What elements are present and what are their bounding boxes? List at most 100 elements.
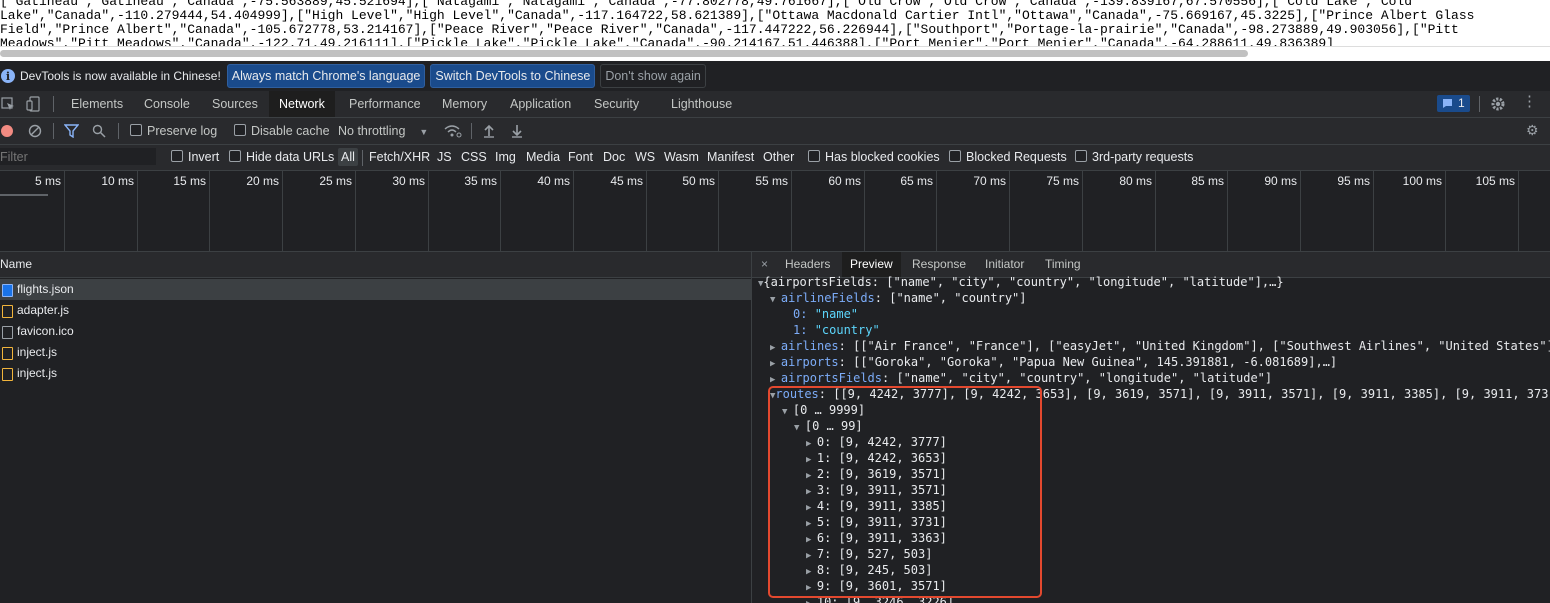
- node-key: airlines: [780, 339, 839, 353]
- timeline-tick-label: 20 ms: [246, 174, 279, 188]
- timeline-gridline: [791, 171, 792, 251]
- request-row[interactable]: flights.json: [0, 279, 751, 300]
- tab-performance[interactable]: Performance: [349, 91, 421, 117]
- timeline-gridline: [936, 171, 937, 251]
- invert-checkbox[interactable]: Invert: [171, 145, 219, 170]
- issues-button[interactable]: 1: [1437, 95, 1470, 112]
- annotation-highlight-box: [768, 386, 1042, 598]
- raw-line: Meadows","Pitt Meadows","Canada",-122.71…: [0, 36, 1335, 46]
- request-row[interactable]: favicon.ico: [0, 321, 751, 342]
- timeline-gridline: [1155, 171, 1156, 251]
- tab-console[interactable]: Console: [144, 91, 190, 117]
- clear-icon[interactable]: [28, 124, 42, 138]
- timeline-tick-label: 35 ms: [464, 174, 497, 188]
- more-options-icon[interactable]: ⋮: [1522, 94, 1537, 110]
- timeline-tick-label: 5 ms: [34, 174, 61, 188]
- export-har-icon[interactable]: [510, 124, 524, 138]
- timeline-tick-label: 60 ms: [828, 174, 861, 188]
- root-summary: {airportsFields: ["name", "city", "count…: [763, 275, 1284, 289]
- type-filter-js[interactable]: JS: [437, 145, 452, 170]
- checkbox-box: [808, 150, 820, 162]
- request-name: adapter.js: [17, 303, 70, 317]
- info-icon: i: [1, 69, 15, 83]
- js-file-icon: [2, 368, 13, 381]
- filter-bar: Invert Hide data URLs All Fetch/XHR JS C…: [0, 145, 1550, 171]
- network-toolbar: Preserve log Disable cache No throttling…: [0, 118, 1550, 145]
- timeline-gridline: [1518, 171, 1519, 251]
- hide-data-urls-label: Hide data URLs: [246, 150, 335, 164]
- type-filter-media[interactable]: Media: [526, 145, 560, 170]
- third-party-checkbox[interactable]: 3rd-party requests: [1075, 145, 1193, 170]
- network-timeline-overview[interactable]: 5 ms 10 ms 15 ms 20 ms 25 ms 30 ms 35 ms 40 ms 4…: [0, 171, 1550, 252]
- timeline-gridline: [428, 171, 429, 251]
- blocked-cookies-checkbox[interactable]: Has blocked cookies: [808, 145, 940, 170]
- tab-application[interactable]: Application: [510, 91, 571, 117]
- tab-elements[interactable]: Elements: [71, 91, 123, 117]
- device-toolbar-icon[interactable]: [26, 96, 42, 112]
- raw-page-text: ["Gatineau","Gatineau","Canada",-75.5638…: [0, 0, 1550, 46]
- type-filter-ws[interactable]: WS: [635, 145, 655, 170]
- tab-lighthouse[interactable]: Lighthouse: [671, 91, 732, 117]
- checkbox-box: [234, 124, 246, 136]
- type-filter-manifest[interactable]: Manifest: [707, 145, 754, 170]
- checkbox-box: [1075, 150, 1087, 162]
- timeline-gridline: [1227, 171, 1228, 251]
- file-icon: [2, 326, 13, 339]
- tab-network[interactable]: Network: [269, 91, 335, 117]
- network-conditions-icon[interactable]: [444, 124, 462, 138]
- timeline-tick-label: 30 ms: [392, 174, 425, 188]
- timeline-tick-label: 50 ms: [682, 174, 715, 188]
- type-filter-font[interactable]: Font: [568, 145, 593, 170]
- node-key: 1:: [793, 323, 815, 337]
- request-name: flights.json: [17, 282, 74, 296]
- hide-data-urls-checkbox[interactable]: Hide data URLs: [229, 145, 334, 170]
- type-filter-img[interactable]: Img: [495, 145, 516, 170]
- timeline-tick-label: 25 ms: [319, 174, 352, 188]
- js-file-icon: [2, 305, 13, 318]
- node-value: ["name", "country"]: [889, 291, 1027, 305]
- network-settings-icon[interactable]: ⚙: [1526, 122, 1539, 139]
- tab-memory[interactable]: Memory: [442, 91, 487, 117]
- blocked-requests-checkbox[interactable]: Blocked Requests: [949, 145, 1067, 170]
- third-party-label: 3rd-party requests: [1092, 150, 1194, 164]
- chat-bubble-icon: [1443, 99, 1452, 108]
- preserve-log-checkbox[interactable]: Preserve log: [130, 118, 217, 144]
- tab-security[interactable]: Security: [594, 91, 639, 117]
- request-row[interactable]: adapter.js: [0, 300, 751, 321]
- throttling-select[interactable]: No throttling ▼: [338, 118, 428, 144]
- timeline-gridline: [718, 171, 719, 251]
- inspect-element-icon[interactable]: [1, 97, 15, 111]
- filter-icon[interactable]: [64, 124, 79, 138]
- request-row[interactable]: inject.js: [0, 342, 751, 363]
- horizontal-scrollbar[interactable]: [0, 46, 1550, 61]
- node-value: ["name", "city", "country", "longitude",…: [896, 371, 1273, 385]
- timeline-tick-label: 80 ms: [1119, 174, 1152, 188]
- type-filter-fetch-xhr[interactable]: Fetch/XHR: [369, 145, 430, 170]
- disable-cache-checkbox[interactable]: Disable cache: [234, 118, 330, 144]
- name-column-header[interactable]: Name: [0, 252, 751, 278]
- expand-triangle-icon: ▶: [806, 599, 817, 603]
- timeline-tick-label: 55 ms: [755, 174, 788, 188]
- tab-sources[interactable]: Sources: [212, 91, 258, 117]
- type-filter-css[interactable]: CSS: [461, 145, 487, 170]
- scrollbar-thumb[interactable]: [0, 50, 1248, 57]
- gear-icon[interactable]: [1490, 96, 1506, 112]
- filter-input[interactable]: [0, 148, 156, 165]
- blocked-requests-label: Blocked Requests: [966, 150, 1067, 164]
- type-filter-doc[interactable]: Doc: [603, 145, 625, 170]
- timeline-gridline: [137, 171, 138, 251]
- record-icon[interactable]: [1, 125, 13, 137]
- tree-leaf: 1: "country": [793, 322, 880, 338]
- type-filter-other[interactable]: Other: [763, 145, 794, 170]
- match-language-button[interactable]: Always match Chrome's language: [226, 64, 426, 88]
- search-icon[interactable]: [92, 124, 106, 138]
- request-row[interactable]: inject.js: [0, 363, 751, 384]
- expand-triangle-icon: ▼: [770, 295, 781, 305]
- type-filter-wasm[interactable]: Wasm: [664, 145, 699, 170]
- type-filter-all[interactable]: All: [338, 148, 358, 166]
- dont-show-again-button[interactable]: Don't show again: [600, 64, 706, 88]
- switch-language-button[interactable]: Switch DevTools to Chinese: [430, 64, 596, 88]
- blocked-cookies-label: Has blocked cookies: [825, 150, 940, 164]
- timeline-gridline: [64, 171, 65, 251]
- import-har-icon[interactable]: [482, 124, 496, 138]
